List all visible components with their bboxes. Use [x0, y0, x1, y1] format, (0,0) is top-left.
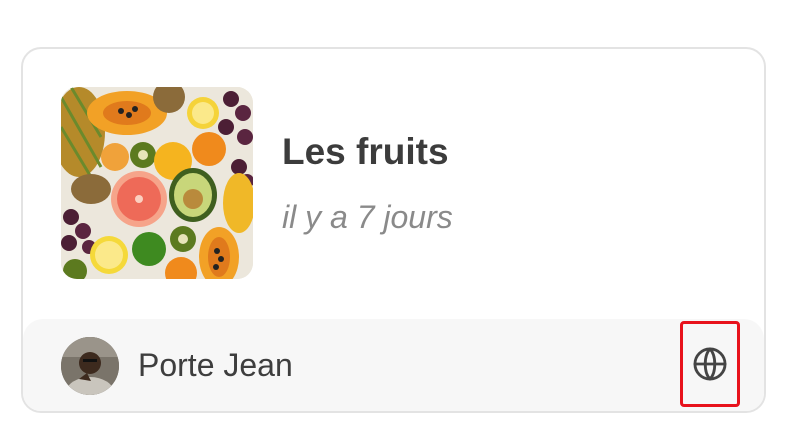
user-avatar-icon	[61, 337, 119, 395]
globe-icon	[693, 347, 727, 381]
post-title: Les fruits	[282, 131, 449, 172]
post-card[interactable]: Les fruits il y a 7 jours Porte Jean	[21, 47, 766, 413]
author-name[interactable]: Porte Jean	[138, 347, 293, 384]
post-footer: Porte Jean	[23, 319, 764, 411]
fruits-thumbnail[interactable]	[61, 87, 253, 279]
fruits-image	[61, 87, 253, 279]
post-timestamp: il y a 7 jours	[282, 199, 453, 235]
avatar[interactable]	[61, 337, 119, 395]
visibility-button[interactable]	[680, 321, 740, 407]
